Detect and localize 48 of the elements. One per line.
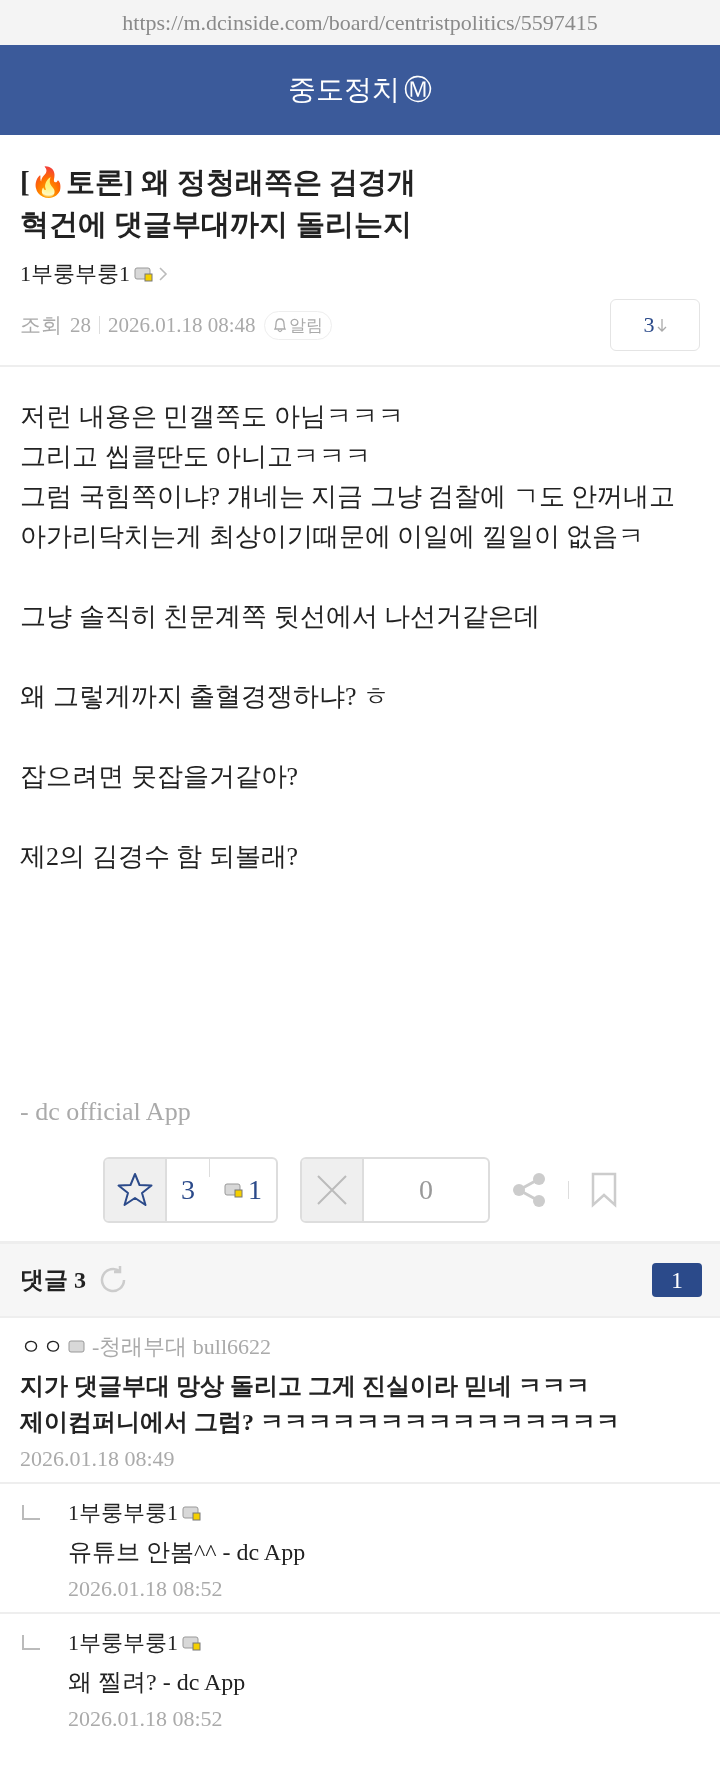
body-text: 저런 내용은 민갤쪽도 아님ㅋㅋㅋ (20, 401, 405, 433)
author-id: -청래부대 bull6622 (92, 1333, 272, 1361)
url-text: https://m.dcinside.com/board/centristpolitics/5597415 (0, 0, 720, 45)
comment-author[interactable]: 1부룽부룽1 (68, 1498, 178, 1528)
chevron-icon[interactable] (158, 266, 168, 282)
comment-text: 왜 찔려? - dc App (68, 1668, 247, 1697)
downvote-count: 0 (418, 1173, 434, 1207)
post-title: [🔥토론] 왜 정청래쪽은 검경개 혁건에 댓글부대까지 돌리는지 (19, 165, 418, 242)
share-button[interactable] (512, 1172, 546, 1208)
body-text: 그럼 국힘쪽이냐? 걔네는 지금 그냥 검찰에 ㄱ도 안꺼내고 (20, 481, 677, 513)
share-icon (512, 1172, 546, 1208)
bookmark-icon (591, 1172, 617, 1208)
comment-author[interactable]: ㅇㅇ (20, 1332, 64, 1362)
post-date: 2026.01.18 08:48 (108, 312, 256, 338)
comment-text: 유튜브 안봄^^ - dc App (68, 1538, 307, 1567)
body-text: 아가리닥치는게 최상이기때문에 이일에 낄일이 없음ㅋ (20, 521, 645, 553)
page-number[interactable]: 1 (652, 1263, 702, 1297)
bell-icon (272, 317, 287, 333)
body-text: 왜 그렇게까지 출혈경쟁하냐? ㅎ (20, 681, 391, 713)
comment-count-button[interactable]: 3 (610, 299, 700, 351)
upvote-button[interactable] (105, 1159, 167, 1221)
star-icon (116, 1172, 154, 1208)
upvote-count: 3 (180, 1173, 196, 1207)
reply-indent-icon (20, 1504, 42, 1522)
refresh-icon[interactable] (98, 1265, 128, 1295)
comment-author[interactable]: 1부룽부룽1 (68, 1628, 178, 1658)
comment-text: 지가 댓글부대 망상 돌리고 그게 진실이라 믿네 ㅋㅋㅋ 제이컴퍼니에서 그럼? ㅋㅋㅋㅋㅋㅋㅋㅋㅋㅋㅋㅋㅋㅋㅋ (20, 1372, 621, 1437)
cross-icon (316, 1174, 348, 1206)
views-label: 조회 (20, 312, 62, 339)
signature-text: - dc official App (19, 1097, 192, 1128)
comment-date: 2026.01.18 08:52 (68, 1706, 224, 1732)
gallery-title[interactable]: 중도정치 (288, 71, 400, 109)
user-icon (224, 1182, 244, 1198)
minor-gallery-label: Ⓜ (404, 73, 432, 107)
down-arrow-icon (656, 317, 667, 333)
comment-date: 2026.01.18 08:49 (20, 1446, 176, 1472)
body-text: 제2의 김경수 함 되볼래? (20, 841, 300, 873)
comments-label: 댓글 3 (20, 1266, 86, 1295)
body-text: 그리고 씹클딴도 아니고ㅋㅋㅋ (20, 441, 372, 473)
comment-date: 2026.01.18 08:52 (68, 1576, 224, 1602)
body-text: 그냥 솔직히 친문계쪽 뒷선에서 나선거같은데 (20, 601, 541, 633)
body-text: 잡으려면 못잡을거같아? (20, 761, 300, 793)
fixed-upvote-count: 1 (248, 1174, 262, 1206)
downvote-button[interactable] (302, 1159, 364, 1221)
reply-indent-icon (20, 1634, 42, 1652)
views-count: 28 (70, 312, 91, 338)
author-name[interactable]: 1부룽부룽1 (20, 259, 130, 289)
bookmark-button[interactable] (591, 1172, 617, 1208)
